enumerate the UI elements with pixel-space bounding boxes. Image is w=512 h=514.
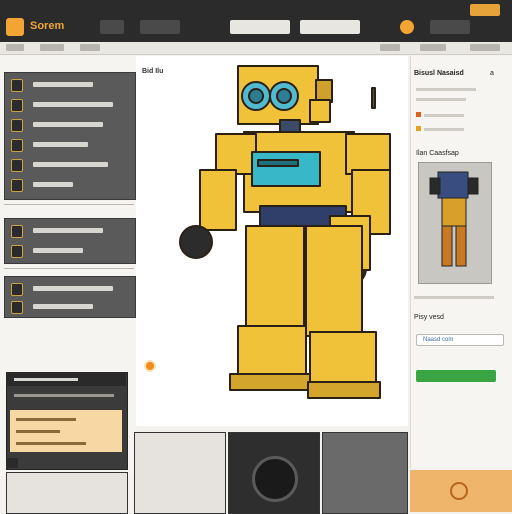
- logo-badge-icon: [450, 482, 468, 500]
- text-line: [424, 114, 464, 117]
- list-item[interactable]: [11, 283, 131, 296]
- notification-icon[interactable]: [400, 20, 414, 34]
- list-item[interactable]: [11, 159, 131, 172]
- layer-thumb-icon: [11, 79, 23, 92]
- status-icon: [416, 112, 421, 117]
- text-line: [416, 88, 476, 91]
- layer-thumb-icon: [11, 159, 23, 172]
- status-icon: [416, 126, 421, 131]
- properties-panel: [4, 218, 136, 264]
- list-item-label: [33, 304, 93, 309]
- robot-thumbnail-icon: [429, 171, 479, 267]
- asset-icon: [11, 283, 23, 296]
- list-item[interactable]: [11, 119, 131, 132]
- menu-item[interactable]: [6, 44, 24, 51]
- list-item-label: [33, 142, 88, 147]
- toolbar-button[interactable]: [430, 20, 470, 34]
- toolbar-field[interactable]: [300, 20, 360, 34]
- menu-item[interactable]: [80, 44, 100, 51]
- list-item-label: [33, 102, 113, 107]
- list-item[interactable]: [11, 79, 131, 92]
- menu-item[interactable]: [380, 44, 400, 51]
- divider: [414, 296, 494, 299]
- add-point-button[interactable]: [144, 360, 156, 372]
- list-item-label: [33, 248, 83, 253]
- menu-item[interactable]: [420, 44, 446, 51]
- dialog-text: [16, 442, 86, 445]
- text-line: [416, 98, 466, 101]
- layer-thumb-icon: [11, 179, 23, 192]
- dialog-toolbar[interactable]: [14, 394, 114, 397]
- list-item-label: [33, 286, 113, 291]
- dialog-close-button[interactable]: [6, 458, 18, 468]
- layer-thumb-icon: [11, 119, 23, 132]
- list-item[interactable]: [11, 139, 131, 152]
- menu-item[interactable]: [470, 44, 500, 51]
- section-title: Ilan Caasfsap: [416, 150, 459, 157]
- layer-thumb-icon: [11, 99, 23, 112]
- list-item-label: [33, 82, 93, 87]
- list-item-label: [33, 182, 73, 187]
- asset-icon: [11, 301, 23, 314]
- app-logo-icon[interactable]: [6, 18, 24, 36]
- layer-thumb-icon: [11, 139, 23, 152]
- settings-icon: [11, 245, 23, 258]
- divider: [4, 204, 134, 205]
- toolbar-search[interactable]: [230, 20, 290, 34]
- list-item-label: [33, 228, 103, 233]
- toolbar-button[interactable]: [100, 20, 124, 34]
- list-item[interactable]: [11, 179, 131, 192]
- list-item[interactable]: [11, 301, 131, 314]
- settings-icon: [11, 225, 23, 238]
- panel-title-suffix: a: [490, 70, 494, 77]
- form-label: Pisy vesd: [414, 314, 444, 321]
- primary-action-button[interactable]: [416, 370, 496, 382]
- thumbnail-tile[interactable]: [134, 432, 226, 514]
- robot-illustration: [179, 65, 391, 399]
- url-input[interactable]: Naasd com: [416, 334, 504, 346]
- status-badge: [470, 4, 500, 16]
- text-line: [424, 128, 464, 131]
- panel-title: Bisusl Nasaisd: [414, 70, 464, 77]
- dialog-text: [16, 430, 60, 433]
- toolbar-button[interactable]: [140, 20, 180, 34]
- list-item[interactable]: [11, 99, 131, 112]
- brand-name: Sorem: [30, 20, 65, 32]
- dialog-text: [16, 418, 76, 421]
- thumbnail-tile[interactable]: [6, 472, 128, 514]
- menu-item[interactable]: [40, 44, 64, 51]
- assets-panel: [4, 276, 136, 318]
- thumbnail-tile[interactable]: [322, 432, 408, 514]
- list-item[interactable]: [11, 245, 131, 258]
- dialog-title: [14, 378, 78, 381]
- layers-panel: [4, 72, 136, 200]
- list-item[interactable]: [11, 225, 131, 238]
- divider: [4, 268, 134, 269]
- list-item-label: [33, 162, 108, 167]
- list-item-label: [33, 122, 103, 127]
- camera-lens-icon: [252, 456, 298, 502]
